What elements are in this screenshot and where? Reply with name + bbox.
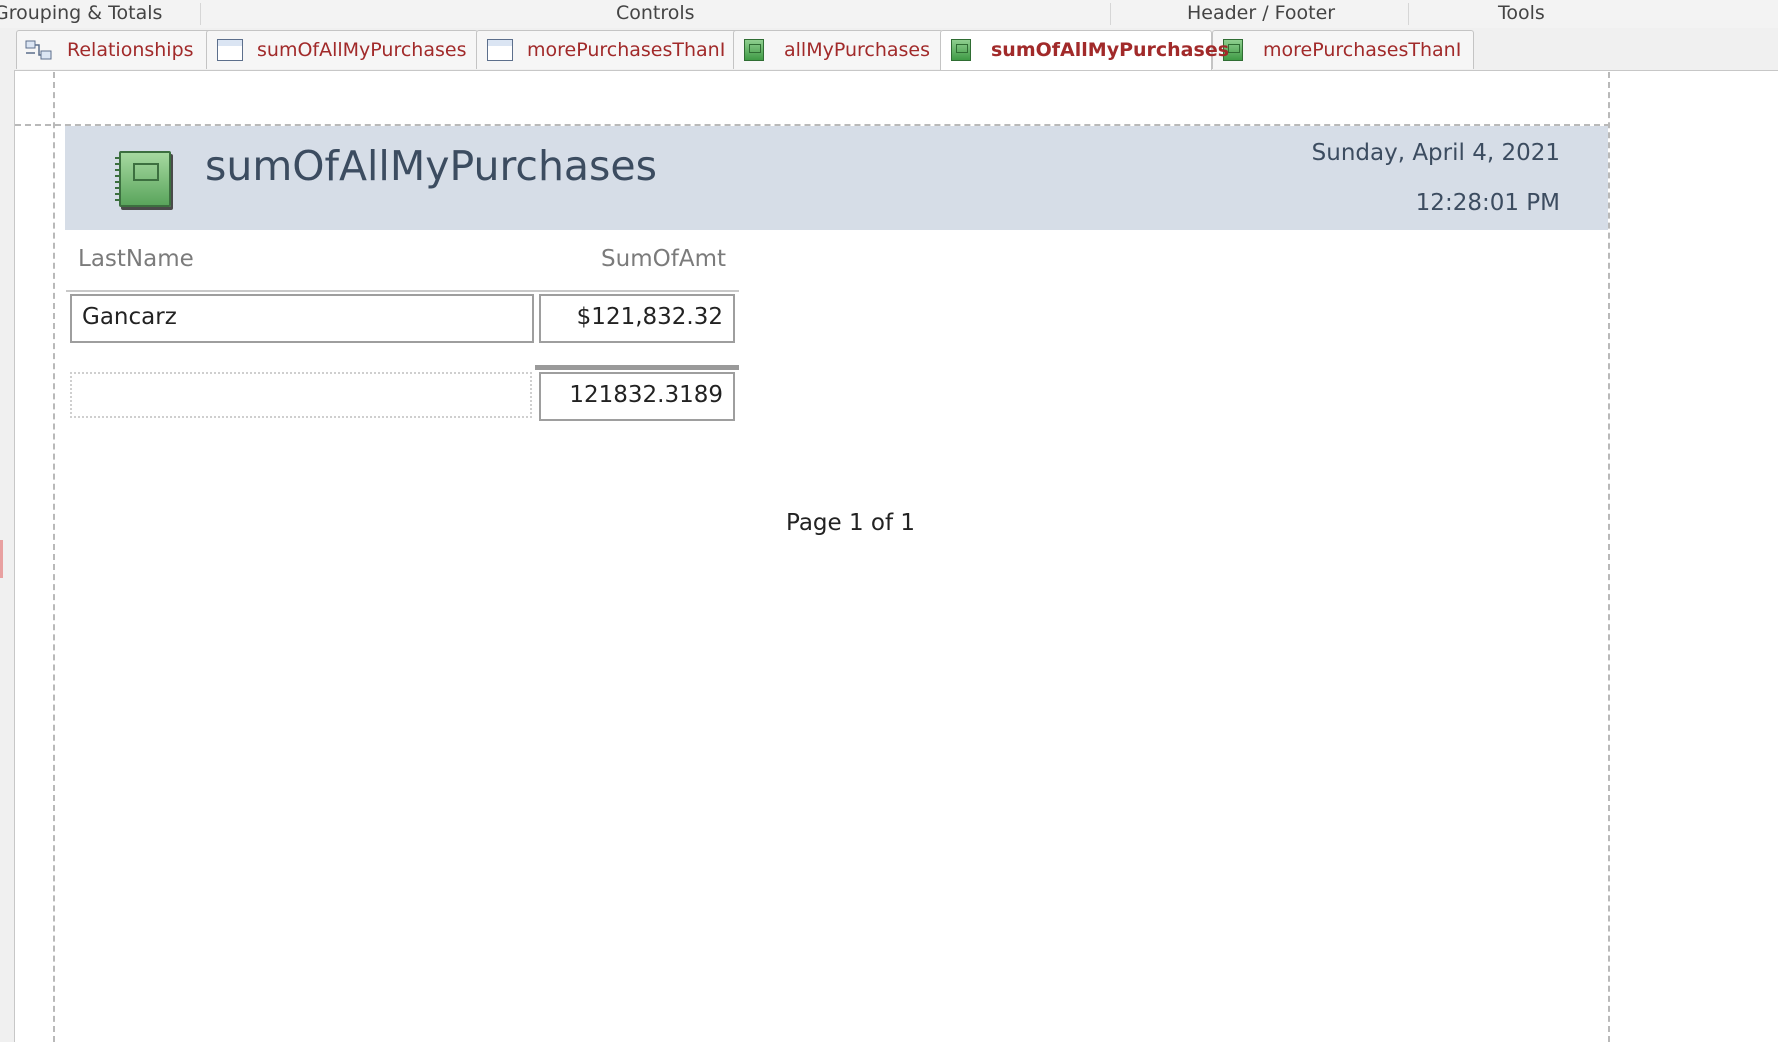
tab-report-morepurchasesthani[interactable]: morePurchasesThanI xyxy=(1212,30,1474,69)
tab-report-allmypurchases[interactable]: allMyPurchases xyxy=(733,30,943,69)
report-header-band[interactable]: sumOfAllMyPurchases Sunday, April 4, 202… xyxy=(65,126,1608,230)
ribbon-separator xyxy=(1110,3,1111,25)
query-icon xyxy=(487,39,513,61)
report-time[interactable]: 12:28:01 PM xyxy=(1416,190,1560,216)
report-icon xyxy=(744,39,764,61)
ribbon-group-tools: Tools xyxy=(1498,2,1545,24)
document-tab-strip: Relationships sumOfAllMyPurchases morePu… xyxy=(0,28,1778,71)
tab-query-sumofallmypurchases[interactable]: sumOfAllMyPurchases xyxy=(206,30,478,69)
left-ruler xyxy=(0,70,15,1042)
sumofamt-field[interactable]: $121,832.32 xyxy=(539,294,735,343)
tab-label: sumOfAllMyPurchases xyxy=(991,39,1230,61)
header-divider-line xyxy=(66,290,739,292)
tab-label: morePurchasesThanI xyxy=(1263,39,1462,61)
query-icon xyxy=(217,39,243,61)
lastname-field[interactable]: Gancarz xyxy=(70,294,534,343)
tab-label: sumOfAllMyPurchases xyxy=(257,39,467,61)
ribbon-group-header-footer: Header / Footer xyxy=(1187,2,1336,24)
sum-total-field[interactable]: 121832.3189 xyxy=(539,372,735,421)
tab-relationships[interactable]: Relationships xyxy=(16,30,212,69)
column-header-lastname[interactable]: LastName xyxy=(78,246,194,272)
ribbon-separator xyxy=(200,3,201,25)
report-title[interactable]: sumOfAllMyPurchases xyxy=(205,142,657,190)
report-icon xyxy=(951,39,971,61)
report-date[interactable]: Sunday, April 4, 2021 xyxy=(1312,140,1560,166)
tab-label: Relationships xyxy=(67,39,194,61)
tab-query-morepurchasesthani[interactable]: morePurchasesThanI xyxy=(476,30,738,69)
empty-total-placeholder[interactable] xyxy=(70,372,532,418)
left-ruler-marker xyxy=(0,540,3,578)
total-divider-line xyxy=(535,365,739,370)
report-logo-icon[interactable] xyxy=(115,151,171,207)
page-number[interactable]: Page 1 of 1 xyxy=(786,510,915,536)
ribbon-group-labels: Grouping & Totals Controls Header / Foot… xyxy=(0,0,1778,29)
ribbon-group-controls: Controls xyxy=(616,2,695,24)
tab-label: allMyPurchases xyxy=(784,39,931,61)
page-left-guide xyxy=(53,72,55,1042)
tab-report-sumofallmypurchases-active[interactable]: sumOfAllMyPurchases xyxy=(940,30,1229,70)
ribbon-group-grouping-totals: Grouping & Totals xyxy=(0,2,163,24)
ribbon-separator xyxy=(1408,3,1409,25)
column-header-sumofamt[interactable]: SumOfAmt xyxy=(586,246,726,272)
tab-label: morePurchasesThanI xyxy=(527,39,726,61)
page-right-guide xyxy=(1608,72,1610,1042)
relationships-icon xyxy=(25,39,53,61)
